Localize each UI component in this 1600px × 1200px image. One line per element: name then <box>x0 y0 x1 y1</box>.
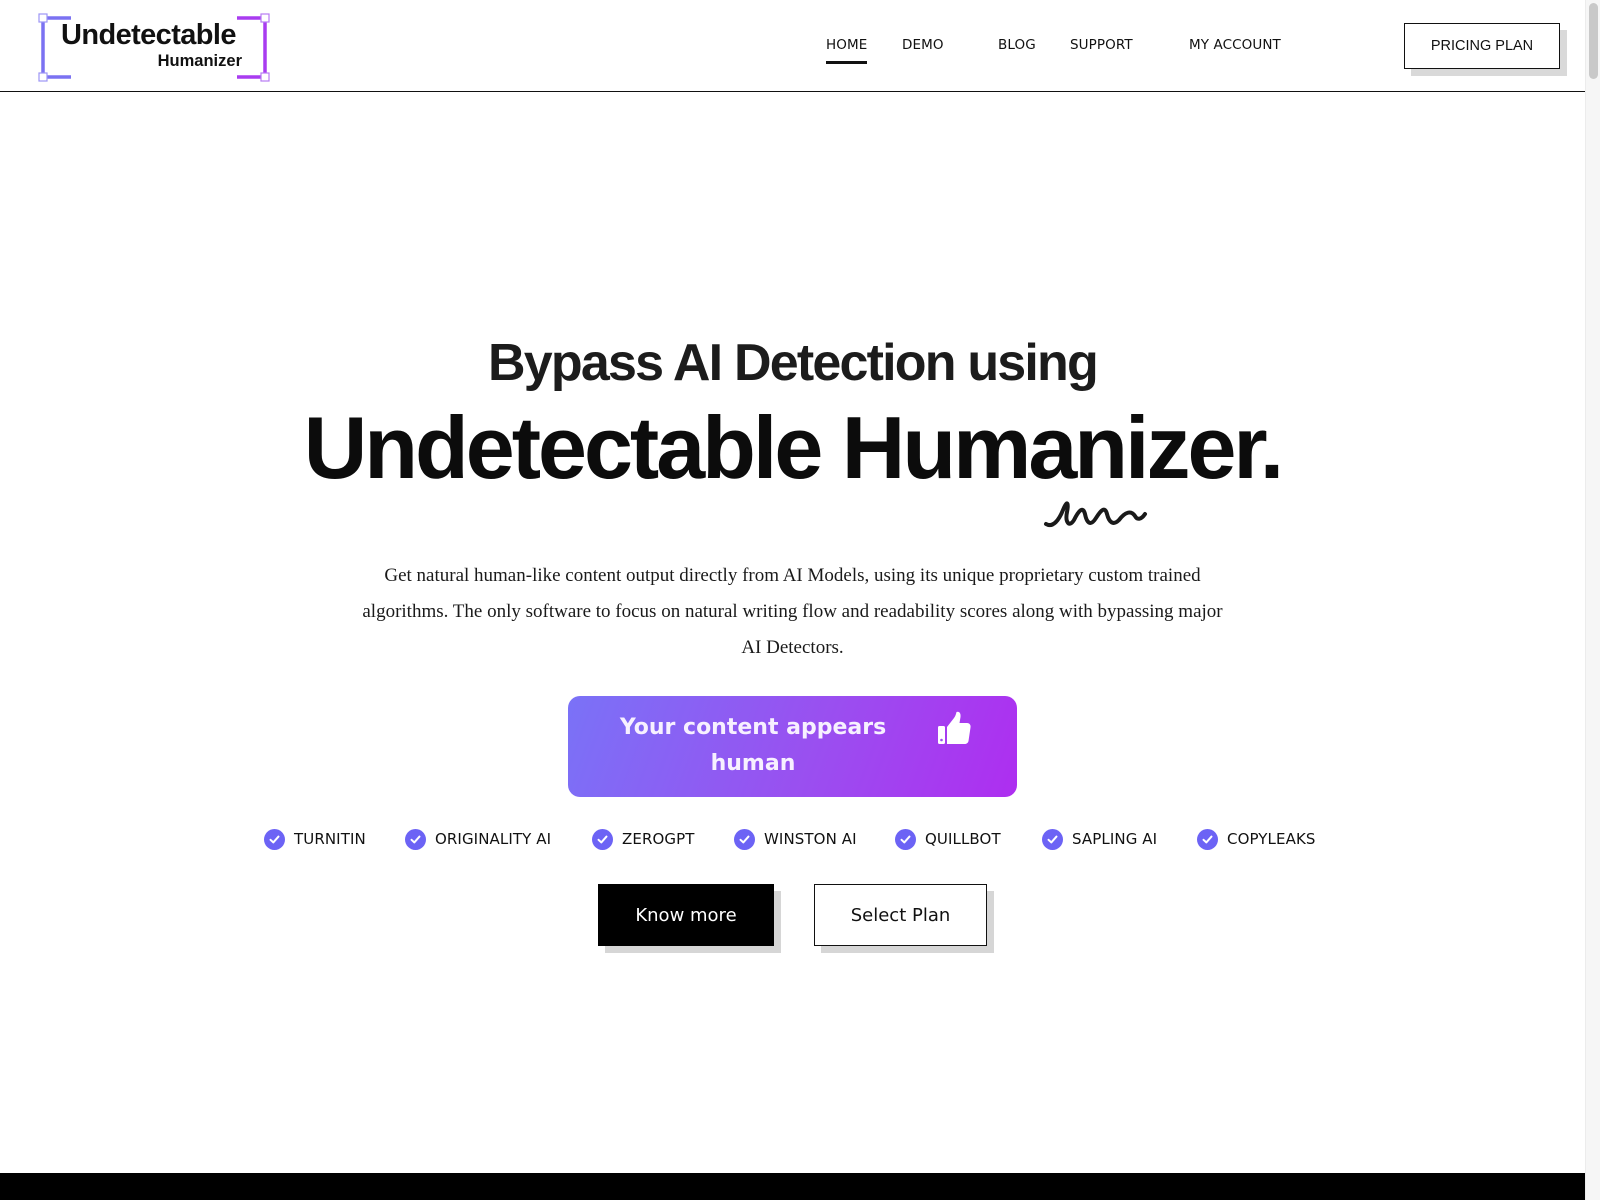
logo-title: Undetectable <box>61 19 237 51</box>
hero-title: Undetectable Humanizer. <box>303 398 1285 497</box>
check-circle-icon <box>734 828 755 850</box>
detector-item: ORIGINALITY AI <box>405 826 551 852</box>
footer-bar <box>0 1173 1585 1200</box>
check-circle-icon <box>1042 828 1063 850</box>
hero-subtitle: Bypass AI Detection using <box>488 334 1099 392</box>
nav-support[interactable]: SUPPORT <box>1070 36 1133 54</box>
detector-item: COPYLEAKS <box>1197 826 1316 852</box>
detector-label: ZEROGPT <box>622 830 695 848</box>
detector-item: WINSTON AI <box>734 826 857 852</box>
check-circle-icon <box>405 828 426 850</box>
logo[interactable]: Undetectable Humanizer <box>38 13 270 83</box>
select-plan-button[interactable]: Select Plan <box>814 884 987 946</box>
thumbs-up-icon <box>938 711 971 744</box>
detector-label: ORIGINALITY AI <box>435 830 552 848</box>
nav-home[interactable]: HOME <box>826 36 868 64</box>
detector-item: QUILLBOT <box>895 826 1001 852</box>
site-header: Undetectable Humanizer HOME DEMO BLOG SU… <box>0 0 1585 92</box>
detector-label: COPYLEAKS <box>1227 830 1316 848</box>
check-circle-icon <box>895 828 916 850</box>
detector-list: TURNITIN ORIGINALITY AI ZEROGPT WINSTON … <box>0 826 1585 852</box>
detector-label: SAPLING AI <box>1072 830 1158 848</box>
human-result-card: Your content appears human <box>568 696 1017 797</box>
squiggle-underline-icon <box>1044 501 1147 527</box>
nav-my-account[interactable]: MY ACCOUNT <box>1189 36 1281 54</box>
detector-label: TURNITIN <box>294 830 366 848</box>
human-result-text: Your content appears human <box>619 715 887 776</box>
logo-subtitle: Humanizer <box>157 52 242 70</box>
detector-item: SAPLING AI <box>1042 826 1157 852</box>
nav-blog[interactable]: BLOG <box>998 36 1036 54</box>
detector-label: QUILLBOT <box>925 830 1001 848</box>
page: Undetectable Humanizer HOME DEMO BLOG SU… <box>0 0 1585 1200</box>
scrollbar-thumb[interactable] <box>1589 3 1598 79</box>
pricing-plan-button[interactable]: PRICING PLAN <box>1404 23 1560 69</box>
vertical-scrollbar[interactable] <box>1585 0 1600 1200</box>
detector-item: TURNITIN <box>264 826 366 852</box>
check-circle-icon <box>592 828 613 850</box>
know-more-button[interactable]: Know more <box>598 884 774 946</box>
detector-label: WINSTON AI <box>764 830 857 848</box>
hero-description: Get natural human-like content output di… <box>362 565 1223 658</box>
check-circle-icon <box>1197 828 1218 850</box>
detector-item: ZEROGPT <box>592 826 695 852</box>
nav-demo[interactable]: DEMO <box>902 36 944 54</box>
check-circle-icon <box>264 828 285 850</box>
